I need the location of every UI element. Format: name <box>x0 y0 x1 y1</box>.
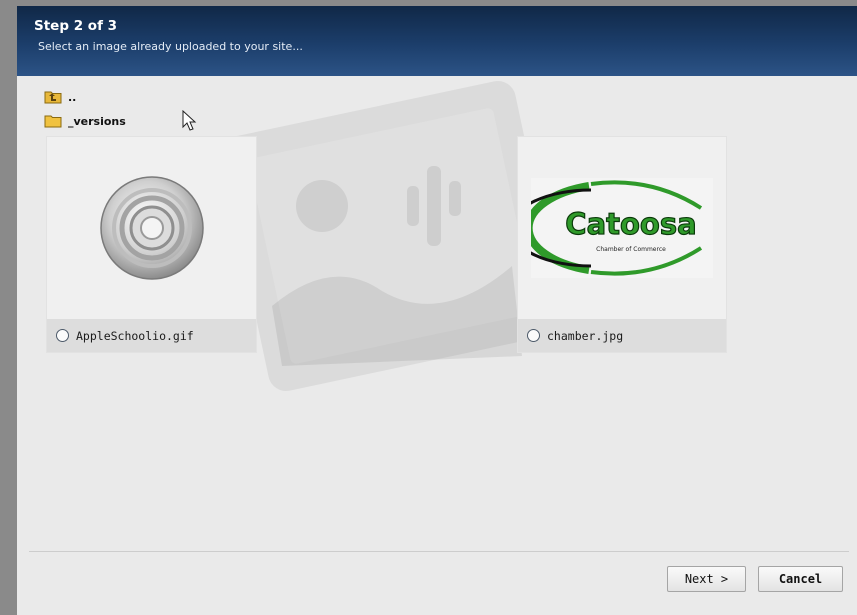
image-card-footer: AppleSchoolio.gif <box>47 319 256 352</box>
image-picker-dialog: Step 2 of 3 Select an image already uplo… <box>17 6 857 615</box>
step-instructions: Select an image already uploaded to your… <box>38 40 303 53</box>
folder-versions-row[interactable]: _versions <box>44 113 126 129</box>
image-thumbnail[interactable] <box>47 137 256 318</box>
image-select-radio[interactable] <box>56 329 69 342</box>
folder-up-icon <box>44 91 62 104</box>
cancel-button[interactable]: Cancel <box>758 566 843 592</box>
logo-wordmark: Catoosa <box>565 207 696 241</box>
image-filename: chamber.jpg <box>547 328 624 343</box>
mouse-pointer-icon <box>182 110 197 131</box>
step-title: Step 2 of 3 <box>34 18 118 34</box>
folder-parent-row[interactable]: .. <box>44 89 76 105</box>
cd-disc-icon <box>99 175 204 280</box>
image-card[interactable]: AppleSchoolio.gif <box>46 136 257 353</box>
image-select-radio[interactable] <box>527 329 540 342</box>
image-card-footer: chamber.jpg <box>518 319 726 352</box>
folder-versions-label: _versions <box>68 114 126 128</box>
image-filename: AppleSchoolio.gif <box>76 328 194 343</box>
folder-parent-label: .. <box>68 90 77 104</box>
next-button[interactable]: Next > <box>667 566 746 592</box>
image-card[interactable]: Catoosa Chamber of Commerce chamber.jpg <box>517 136 727 353</box>
folder-icon <box>44 115 62 128</box>
logo-tagline: Chamber of Commerce <box>596 246 666 253</box>
image-thumbnail[interactable]: Catoosa Chamber of Commerce <box>518 137 726 318</box>
footer-divider <box>29 551 849 552</box>
catoosa-logo: Catoosa Chamber of Commerce <box>531 177 713 278</box>
